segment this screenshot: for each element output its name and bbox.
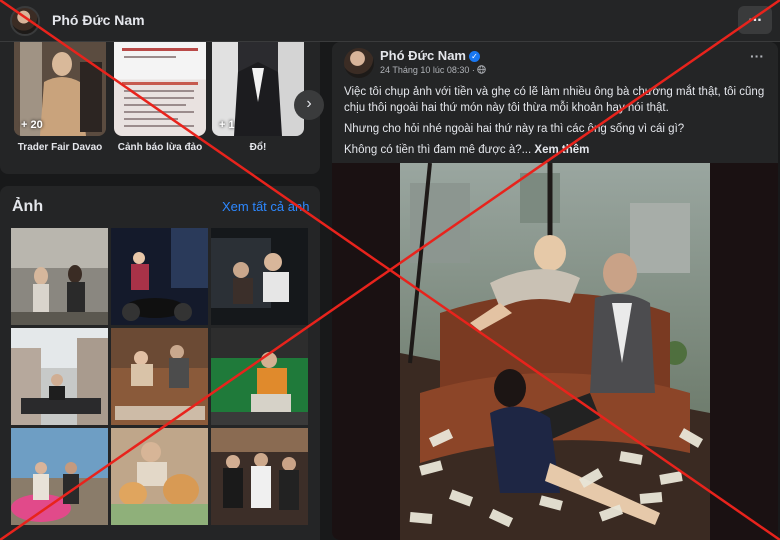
see-more-link[interactable]: Xem thêm (534, 144, 589, 156)
post-paragraph: Không có tiền thì đam mê được à?... Xem … (344, 142, 768, 158)
photo-thumbnail[interactable] (11, 328, 108, 425)
post-author-name[interactable]: Phó Đức Nam (380, 48, 466, 63)
post-more-options-button[interactable]: ··· (750, 48, 764, 64)
verified-badge-icon: ✓ (469, 51, 480, 62)
photo-thumbnail[interactable] (11, 228, 108, 325)
photo-thumbnail[interactable] (111, 228, 208, 325)
image-line (124, 97, 194, 99)
image-stripe (122, 82, 198, 85)
more-options-button[interactable]: ... (738, 6, 772, 34)
groups-strip: + 20 + 1 Trader Fair Davao Cảnh báo lừa … (0, 42, 324, 174)
photo-thumbnail[interactable] (11, 428, 108, 525)
image-line (124, 90, 194, 92)
image-line (124, 56, 176, 58)
post-timestamp[interactable]: 24 Tháng 10 lúc 08:30 · (380, 65, 475, 75)
photos-panel: Ảnh Xem tất cả ảnh (0, 186, 320, 540)
photo-thumbnail[interactable] (211, 228, 308, 325)
image-line (124, 104, 186, 106)
globe-icon (477, 65, 487, 74)
post-photo-image (400, 163, 710, 540)
post-card: Phó Đức Nam ✓ 24 Tháng 10 lúc 08:30 · ···… (332, 42, 778, 540)
group-card-scam-warning[interactable] (114, 42, 206, 136)
photo-thumbnail[interactable] (111, 428, 208, 525)
photos-title: Ảnh (12, 198, 44, 215)
see-all-photos-link[interactable]: Xem tất cả ảnh (222, 199, 309, 214)
photo-thumbnail[interactable] (111, 328, 208, 425)
image-line (124, 125, 194, 127)
image-stripe (122, 48, 198, 51)
profile-name[interactable]: Phó Đức Nam (52, 12, 145, 28)
group-photo-count: + 20 (21, 119, 43, 131)
group-label[interactable]: Cảnh báo lừa đảo (110, 142, 210, 153)
image-line (124, 118, 178, 120)
post-author[interactable]: Phó Đức Nam ✓ (380, 48, 480, 63)
group-label[interactable]: Đổ! (208, 142, 308, 153)
post-author-avatar[interactable] (344, 48, 374, 78)
post-photo[interactable] (400, 163, 710, 540)
group-card-do[interactable]: + 1 (212, 42, 304, 136)
page-header: Phó Đức Nam ... (0, 0, 780, 42)
image-line (124, 111, 194, 113)
photo-thumbnail[interactable] (211, 428, 308, 525)
group-label[interactable]: Trader Fair Davao (10, 142, 110, 153)
group-photo-count: + 1 (219, 119, 235, 131)
post-paragraph: Việc tôi chụp ảnh với tiền và ghẹ có lẽ … (344, 86, 765, 114)
post-body: Việc tôi chụp ảnh với tiền và ghẹ có lẽ … (344, 84, 768, 163)
post-photo-area (332, 163, 778, 540)
post-meta: 24 Tháng 10 lúc 08:30 · (380, 65, 487, 75)
chevron-right-icon[interactable]: › (294, 90, 324, 120)
photo-thumbnail[interactable] (211, 328, 308, 425)
profile-avatar[interactable] (10, 6, 40, 36)
post-paragraph: Nhưng cho hỏi nhé ngoài hai thứ này ra t… (344, 123, 685, 135)
group-card-trader-fair[interactable]: + 20 (14, 42, 106, 136)
post-paragraph-text: Không có tiền thì đam mê được à?... (344, 144, 532, 156)
